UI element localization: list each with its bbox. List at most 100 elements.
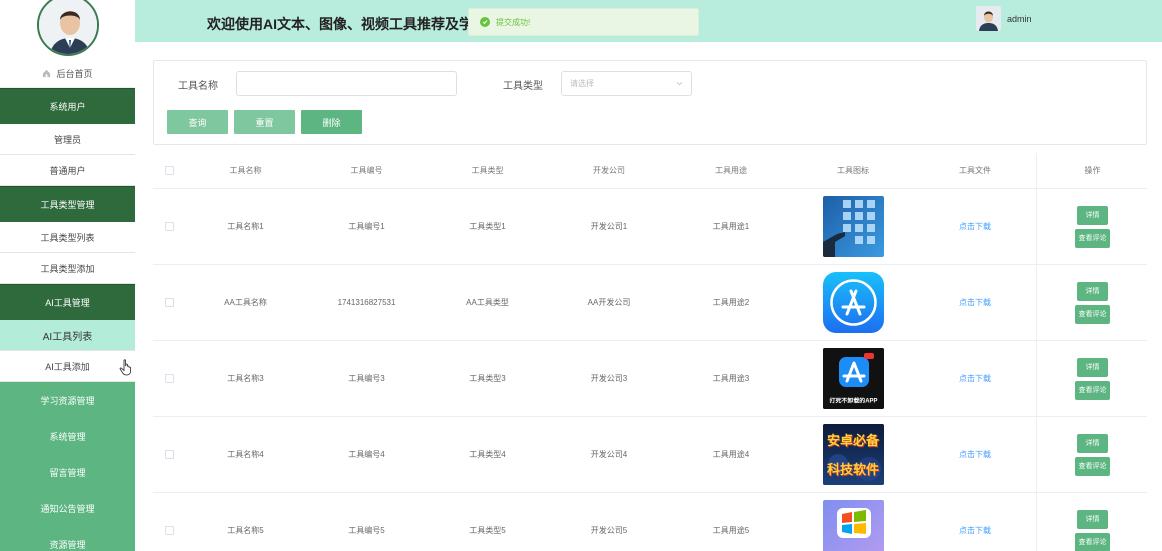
user-avatar[interactable] (976, 6, 1001, 31)
cell-number: 工具编号3 (348, 374, 385, 383)
delete-button[interactable]: 删除 (301, 110, 362, 134)
detail-button[interactable]: 详情 (1077, 205, 1108, 225)
cell-name: AA工具名称 (224, 298, 267, 307)
cell-type: 工具类型3 (469, 374, 506, 383)
row-checkbox[interactable] (164, 526, 174, 535)
search-form: 工具名称 工具类型 请选择 查询 重置 删除 (153, 60, 1147, 145)
download-link[interactable]: 点击下载 (914, 221, 1036, 232)
sidebar-item-resources[interactable]: 资源管理 (0, 526, 135, 551)
table-row: AA工具名称 1741316827531 AA工具类型 AA开发公司 工具用途2… (153, 265, 1147, 341)
query-button[interactable]: 查询 (167, 110, 228, 134)
cell-company: 开发公司5 (590, 526, 628, 535)
view-reviews-button[interactable]: 查看评论 (1075, 380, 1110, 400)
sidebar-item-label: 管理员 (53, 134, 81, 145)
select-all-checkbox[interactable] (164, 166, 174, 175)
cell-type: AA工具类型 (466, 298, 509, 307)
sidebar-item-label: 通知公告管理 (40, 503, 95, 514)
cell-type: 工具类型4 (469, 450, 506, 459)
page-title: 欢迎使用AI文本、图像、视频工具推荐及学习系统 (207, 16, 477, 32)
col-header-name: 工具名称 (229, 166, 262, 175)
sidebar-item-ai-tool-list[interactable]: AI工具列表 (0, 320, 135, 351)
cell-company: 开发公司3 (590, 374, 628, 383)
user-menu[interactable]: admin (976, 6, 1032, 31)
row-checkbox-cell (153, 450, 185, 459)
icon-caption: 打死不卸载的APP (829, 398, 877, 405)
sidebar-item-learning-resources[interactable]: 学习资源管理 (0, 382, 135, 418)
sidebar-group-label: 系统用户 (49, 102, 86, 112)
avatar[interactable] (36, 0, 99, 56)
detail-button[interactable]: 详情 (1077, 433, 1108, 453)
sidebar-item-label: 后台首页 (56, 69, 93, 79)
sidebar-item-tool-type-list[interactable]: 工具类型列表 (0, 222, 135, 253)
row-checkbox[interactable] (164, 374, 174, 383)
download-link[interactable]: 点击下载 (914, 449, 1036, 460)
download-link[interactable]: 点击下载 (914, 297, 1036, 308)
sidebar-item-label: 系统管理 (49, 431, 86, 442)
icon-caption: 安卓必备 科技软件 (826, 433, 879, 477)
row-checkbox[interactable] (164, 222, 174, 231)
download-link[interactable]: 点击下载 (914, 525, 1036, 536)
sidebar-item-label: AI工具列表 (42, 331, 93, 343)
top-header: 欢迎使用AI文本、图像、视频工具推荐及学习系统 提交成功! admin (135, 0, 1162, 42)
home-icon (43, 69, 51, 78)
view-reviews-button[interactable]: 查看评论 (1075, 532, 1110, 551)
table-row: 工具名称3 工具编号3 工具类型3 开发公司3 工具用途3 打死不卸载的APP … (153, 341, 1147, 417)
table-row: 工具名称5 工具编号5 工具类型5 开发公司5 工具用途5 点击下载 详情 查看… (153, 493, 1147, 551)
cell-company: AA开发公司 (587, 298, 631, 307)
detail-button[interactable]: 详情 (1077, 281, 1108, 301)
row-checkbox[interactable] (164, 450, 174, 459)
cell-use: 工具用途1 (712, 222, 750, 231)
tool-name-input[interactable] (236, 71, 457, 96)
cell-icon (792, 272, 914, 333)
sidebar-item-home[interactable]: 后台首页 (0, 60, 135, 88)
toast-message: 提交成功! (496, 17, 531, 27)
sidebar-item-tool-type-add[interactable]: 工具类型添加 (0, 253, 135, 284)
row-actions: 详情 查看评论 (1036, 417, 1148, 492)
sidebar-item-messages[interactable]: 留言管理 (0, 454, 135, 490)
app-store-dark-icon: 打死不卸载的APP (822, 348, 884, 409)
download-link[interactable]: 点击下载 (914, 373, 1036, 384)
col-header-icon: 工具图标 (837, 166, 869, 175)
view-reviews-button[interactable]: 查看评论 (1075, 456, 1110, 476)
cell-name: 工具名称4 (227, 450, 264, 459)
cell-use: 工具用途5 (712, 526, 750, 535)
sidebar-group-system-users[interactable]: 系统用户 (0, 88, 135, 124)
avatar-area (0, 0, 135, 60)
sidebar-group-tool-types[interactable]: 工具类型管理 (0, 186, 135, 222)
sidebar-item-label: 普通用户 (49, 165, 86, 176)
hand-cursor-icon (119, 359, 131, 376)
cell-company: 开发公司4 (590, 450, 628, 459)
sidebar-item-ai-tool-add[interactable]: AI工具添加 (0, 351, 135, 382)
row-checkbox-cell (153, 222, 185, 231)
sidebar-item-admin[interactable]: 管理员 (0, 124, 135, 155)
view-reviews-button[interactable]: 查看评论 (1075, 228, 1110, 248)
row-checkbox[interactable] (164, 298, 174, 307)
cell-icon (792, 500, 914, 551)
sidebar-group-ai-tools[interactable]: AI工具管理 (0, 284, 135, 320)
sidebar-item-label: 留言管理 (49, 467, 86, 478)
cell-number: 工具编号1 (348, 222, 385, 231)
sidebar-item-label: AI工具添加 (45, 361, 90, 372)
sidebar-item-normal-users[interactable]: 普通用户 (0, 155, 135, 186)
detail-button[interactable]: 详情 (1077, 509, 1108, 529)
success-toast: 提交成功! (468, 8, 699, 36)
sidebar-item-system[interactable]: 系统管理 (0, 418, 135, 454)
cell-use: 工具用途2 (712, 298, 750, 307)
cell-icon: 安卓必备 科技软件 (792, 424, 914, 485)
sidebar-item-notices[interactable]: 通知公告管理 (0, 490, 135, 526)
cell-company: 开发公司1 (590, 222, 628, 231)
cell-icon: 打死不卸载的APP (792, 348, 914, 409)
cell-number: 1741316827531 (337, 298, 396, 307)
app-store-icon (822, 272, 884, 333)
cell-name: 工具名称3 (227, 374, 264, 383)
row-actions: 详情 查看评论 (1036, 341, 1148, 416)
reset-button[interactable]: 重置 (234, 110, 295, 134)
view-reviews-button[interactable]: 查看评论 (1075, 304, 1110, 324)
detail-button[interactable]: 详情 (1077, 357, 1108, 377)
select-all-cell (153, 166, 185, 175)
sidebar-item-label: 资源管理 (49, 539, 86, 550)
row-checkbox-cell (153, 298, 185, 307)
tool-type-select[interactable]: 请选择 (561, 71, 692, 96)
cell-type: 工具类型1 (469, 222, 506, 231)
col-header-actions: 操作 (1036, 152, 1148, 189)
